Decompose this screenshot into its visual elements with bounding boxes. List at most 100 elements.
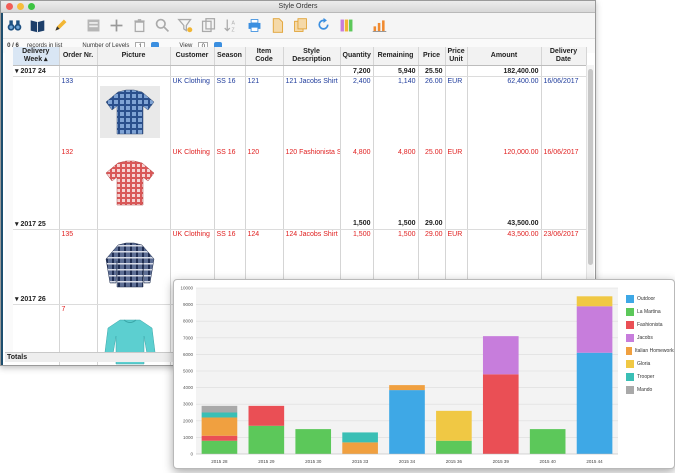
group-row[interactable]: ▾ 2017 24 7,200 5,940 25.50 182,400.00 <box>13 65 587 77</box>
y-tick-label: 6000 <box>183 352 194 357</box>
column-header-item-code[interactable]: Item Code <box>245 47 284 66</box>
legend-label: La Martina <box>637 308 661 315</box>
scrollbar-thumb[interactable] <box>588 69 593 265</box>
legend-item[interactable]: La Martina <box>626 305 674 318</box>
column-header-season[interactable]: Season <box>214 47 246 66</box>
column-header-price-unit[interactable]: Price Unit <box>445 47 468 66</box>
minimize-window-button[interactable] <box>17 3 24 10</box>
bar-segment <box>482 336 519 375</box>
refresh-icon[interactable] <box>314 16 333 35</box>
group-remaining: 1,500 <box>373 218 419 230</box>
x-tick-label: 2015 39 <box>493 459 510 464</box>
legend-item[interactable]: Trooper <box>626 370 674 383</box>
table-row[interactable]: 132 UK Clothing SS 16 120 120 Fashionist… <box>13 147 587 219</box>
order-nr: 132 <box>59 147 98 219</box>
item-code: 121 <box>245 76 284 148</box>
column-header-delivery-week[interactable]: Delivery Week ▴ <box>13 47 60 66</box>
picture-cell <box>97 229 171 294</box>
legend-item[interactable]: Fashionista <box>626 318 674 331</box>
x-tick-label: 2015 29 <box>258 459 275 464</box>
sort-icon[interactable]: AZ <box>222 16 241 35</box>
x-tick-label: 2015 28 <box>211 459 228 464</box>
x-tick-label: 2015 44 <box>586 459 603 464</box>
bar-segment <box>482 374 519 454</box>
x-tick-label: 2015 33 <box>352 459 369 464</box>
quantity: 2,400 <box>340 76 374 148</box>
style-description: 121 Jacobs Shirt <box>283 76 341 148</box>
close-window-button[interactable] <box>6 3 13 10</box>
group-quantity: 7,200 <box>340 65 374 77</box>
search-icon[interactable] <box>153 16 172 35</box>
remaining: 1,140 <box>373 76 419 148</box>
column-header-amount[interactable]: Amount <box>467 47 542 66</box>
stacked-bar-chart: 0 1000 2000 3000 4000 5000 6000 7000 8000 9000 100… <box>180 286 618 464</box>
new-record-icon[interactable] <box>84 16 103 35</box>
column-header-picture[interactable]: Picture <box>97 47 171 66</box>
bar-segment <box>201 417 238 436</box>
item-code: 120 <box>245 147 284 219</box>
bar-segment <box>201 435 238 441</box>
pencil-icon[interactable] <box>51 16 70 35</box>
column-header-delivery-date[interactable]: Delivery Date <box>541 47 587 66</box>
legend-label: Fashionista <box>637 321 663 328</box>
y-tick-label: 4000 <box>183 385 194 390</box>
group-week: ▾ 2017 25 <box>13 218 60 230</box>
column-header-order-nr[interactable]: Order Nr. <box>59 47 98 66</box>
column-header-quantity[interactable]: Quantity <box>340 47 374 66</box>
blue-check-shirt-image <box>99 238 160 291</box>
bar-segment <box>342 442 378 454</box>
totals-label: Totals <box>7 354 28 361</box>
chart-window: 0 1000 2000 3000 4000 5000 6000 7000 8000 9000 100… <box>173 279 675 469</box>
y-tick-label: 0 <box>190 452 193 457</box>
filter-icon[interactable] <box>176 16 195 35</box>
column-header-customer[interactable]: Customer <box>170 47 215 66</box>
group-amount: 182,400.00 <box>467 65 542 77</box>
legend-item[interactable]: Italian Homeworks <box>626 344 674 357</box>
trash-icon[interactable] <box>130 16 149 35</box>
book-icon[interactable] <box>28 16 47 35</box>
bar-segment <box>248 425 285 454</box>
legend-item[interactable]: Outdoor <box>626 292 674 305</box>
x-tick-label: 2015 40 <box>540 459 557 464</box>
x-tick-label: 2015 34 <box>399 459 416 464</box>
column-header-remaining[interactable]: Remaining <box>373 47 419 66</box>
legend-item[interactable]: Gloria <box>626 357 674 370</box>
remaining: 4,800 <box>373 147 419 219</box>
order-nr: 135 <box>59 229 98 294</box>
print-icon[interactable] <box>245 16 264 35</box>
row-gutter <box>5 47 13 352</box>
copy-icon[interactable] <box>291 16 310 35</box>
group-price: 29.00 <box>418 218 446 230</box>
bar-segment <box>201 412 238 418</box>
y-tick-label: 1000 <box>183 435 194 440</box>
y-tick-label: 3000 <box>183 402 194 407</box>
legend-item[interactable]: Jacobs <box>626 331 674 344</box>
legend-item[interactable]: Mando <box>626 383 674 396</box>
customer: UK Clothing <box>170 76 215 148</box>
amount: 62,400.00 <box>467 76 542 148</box>
order-nr: 133 <box>59 76 98 148</box>
document-icon[interactable] <box>268 16 287 35</box>
column-header-price[interactable]: Price <box>418 47 446 66</box>
group-amount: 43,500.00 <box>467 218 542 230</box>
zoom-window-button[interactable] <box>28 3 35 10</box>
chart-icon[interactable] <box>370 16 389 35</box>
plus-icon[interactable] <box>107 16 126 35</box>
legend-swatch <box>626 372 634 381</box>
bar-segment <box>389 390 425 454</box>
bar-segment <box>436 410 472 441</box>
duplicate-icon[interactable] <box>199 16 218 35</box>
bar-segment <box>389 385 425 391</box>
binoculars-icon[interactable] <box>5 16 24 35</box>
legend-label: Outdoor <box>637 295 656 302</box>
legend-swatch <box>626 307 634 316</box>
legend-label: Trooper <box>637 373 655 380</box>
bar-segment <box>576 352 613 454</box>
picture-cell <box>97 147 171 219</box>
column-header-style-description[interactable]: Style Description <box>283 47 341 66</box>
group-row[interactable]: ▾ 2017 25 1,500 1,500 29.00 43,500.00 <box>13 218 587 230</box>
season: SS 16 <box>214 147 246 219</box>
columns-icon[interactable] <box>337 16 356 35</box>
price: 25.00 <box>418 147 446 219</box>
table-row[interactable]: 133 UK Clothing SS 16 121 121 Jacobs Shi… <box>13 76 587 148</box>
